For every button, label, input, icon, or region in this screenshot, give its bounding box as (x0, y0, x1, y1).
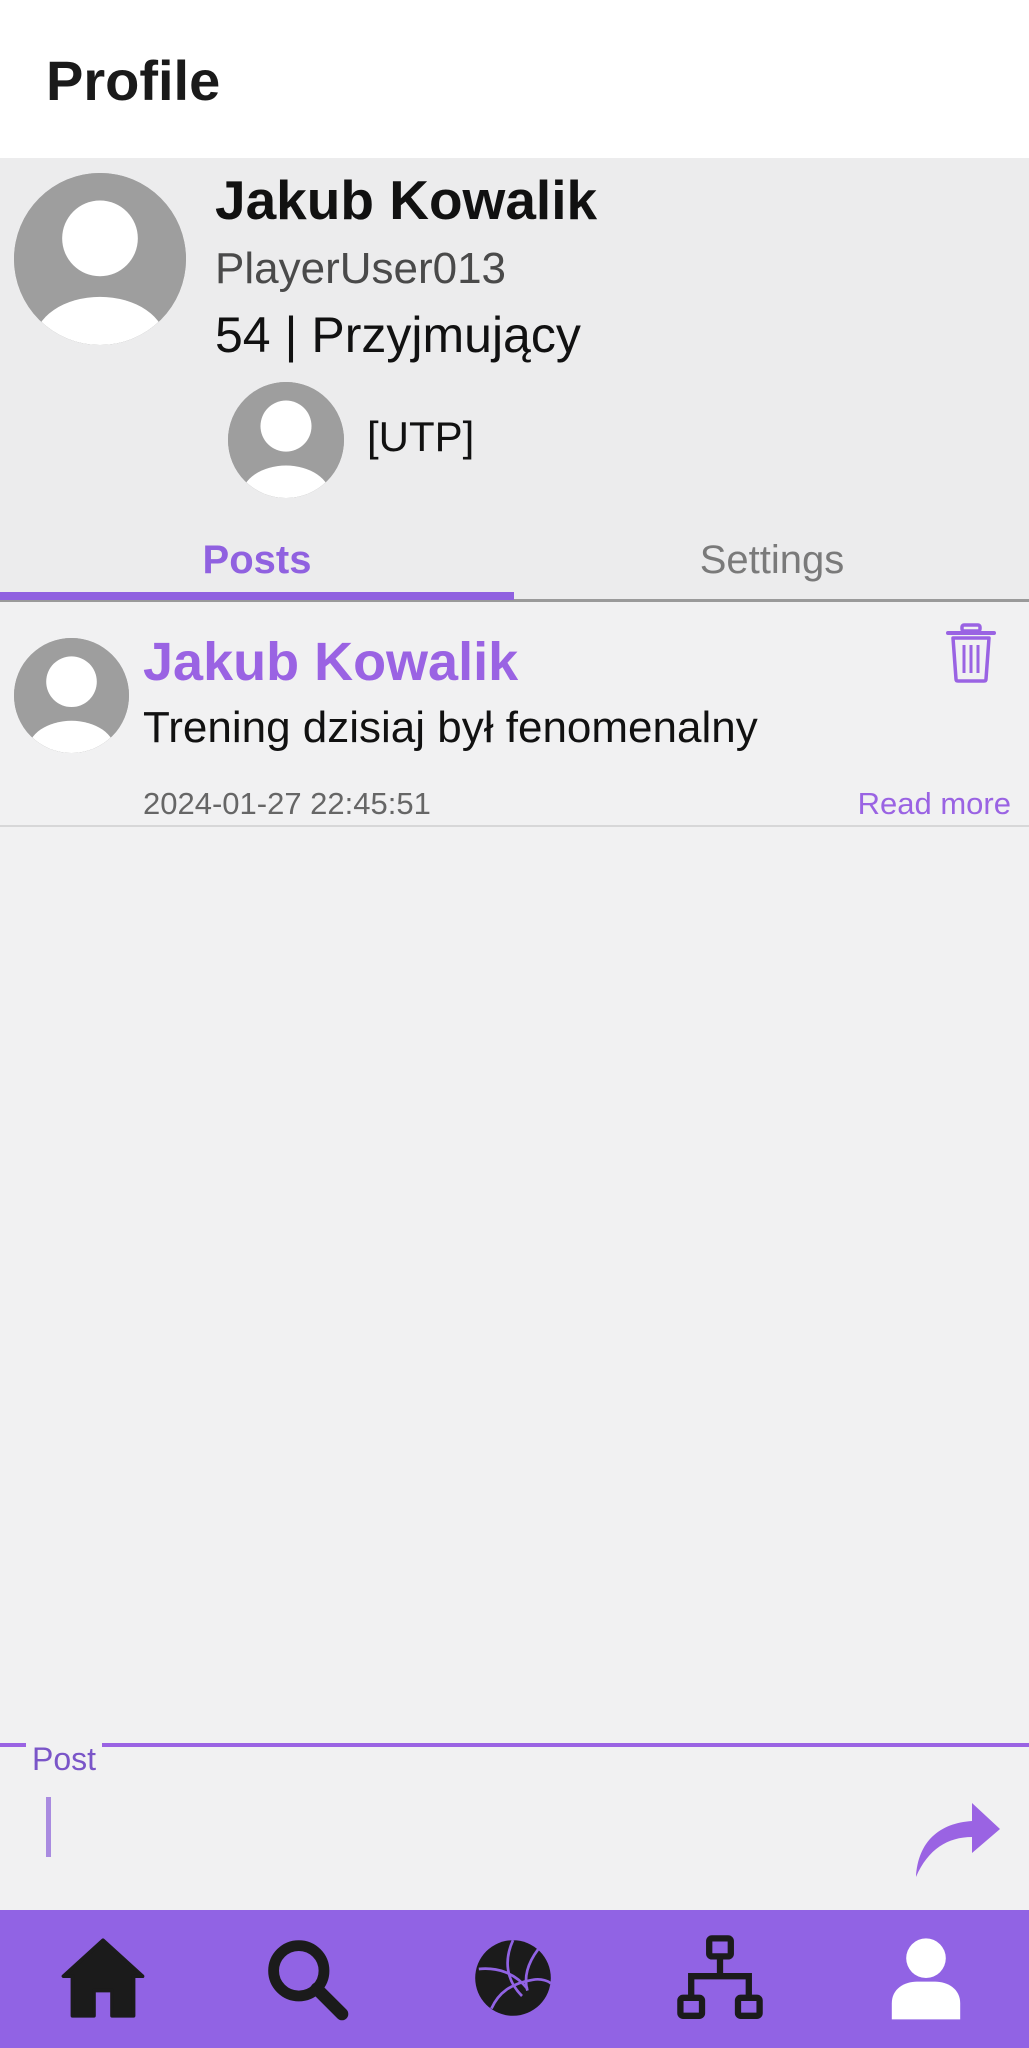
tab-bar: Posts Settings (0, 518, 1029, 602)
trash-icon[interactable] (945, 623, 997, 683)
read-more-link[interactable]: Read more (858, 786, 1011, 822)
post-composer: Post (0, 1741, 1029, 1910)
user-icon (891, 1938, 961, 2020)
post-input[interactable] (44, 1797, 864, 1867)
nav-profile[interactable] (876, 1928, 976, 2028)
avatar-icon (14, 173, 186, 345)
hierarchy-icon (677, 1935, 763, 2019)
search-icon (268, 1940, 349, 2021)
share-arrow-icon[interactable] (910, 1789, 1002, 1881)
nav-search[interactable] (256, 1928, 356, 2028)
profile-username: PlayerUser013 (215, 244, 507, 293)
home-icon (61, 1938, 145, 2018)
volleyball-icon (475, 1939, 552, 2016)
post-avatar (14, 638, 129, 753)
post-timestamp: 2024-01-27 22:45:51 (143, 786, 431, 821)
page-title: Profile (46, 49, 221, 112)
team-avatar-icon (228, 382, 344, 498)
bottom-navigation (0, 1910, 1029, 2048)
tab-posts[interactable]: Posts (0, 518, 514, 602)
profile-avatar (14, 173, 186, 345)
nav-home[interactable] (53, 1928, 153, 2028)
post-input-label: Post (26, 1741, 103, 1778)
app-bar: Profile (0, 0, 1029, 158)
post-text: Trening dzisiaj był fenomenalny (143, 703, 758, 752)
profile-number-position: 54 | Przyjmujący (215, 307, 581, 363)
post-avatar-icon (14, 638, 129, 753)
profile-header: Jakub Kowalik PlayerUser013 54 | Przyjmu… (0, 158, 1029, 518)
nav-volleyball[interactable] (463, 1928, 563, 2028)
profile-name: Jakub Kowalik (215, 169, 598, 231)
team-avatar (228, 382, 344, 498)
team-label[interactable]: [UTP] (367, 413, 474, 461)
text-caret (46, 1797, 51, 1857)
active-tab-indicator (0, 592, 514, 600)
tab-settings[interactable]: Settings (515, 518, 1029, 602)
post-item[interactable]: Jakub Kowalik Trening dzisiaj był fenome… (0, 603, 1029, 827)
nav-hierarchy[interactable] (670, 1928, 770, 2028)
post-author[interactable]: Jakub Kowalik (143, 631, 518, 693)
